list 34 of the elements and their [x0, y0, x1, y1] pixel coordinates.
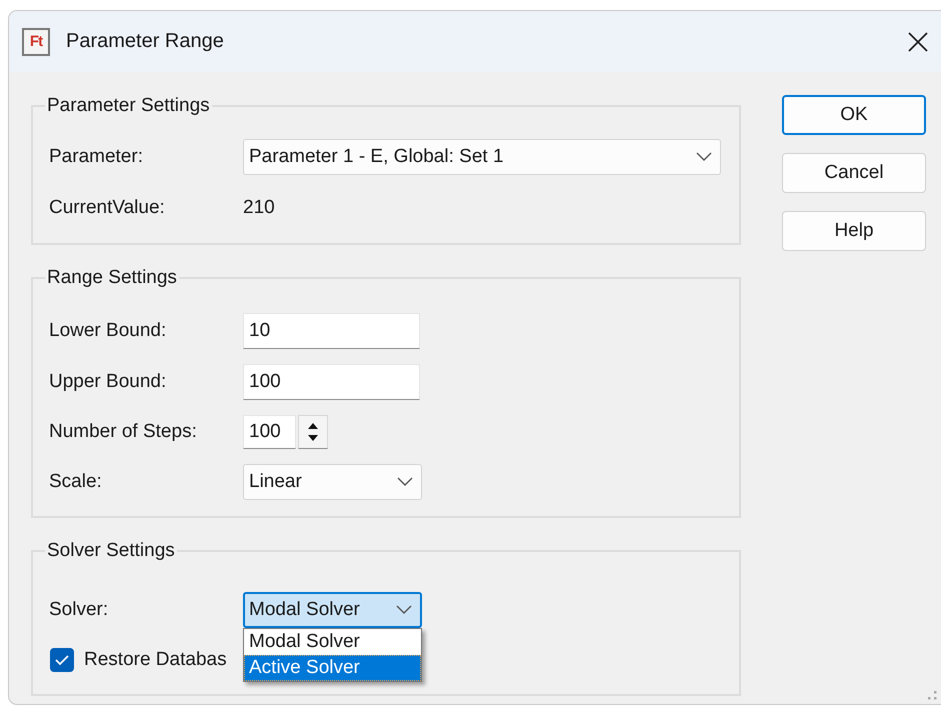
input-field[interactable]: 10: [243, 313, 420, 349]
field-label: Solver:: [49, 599, 110, 621]
checkmark-icon: [54, 654, 70, 666]
chevron-down-icon: [696, 152, 712, 162]
field-label: CurrentValue:: [49, 197, 166, 219]
dropdown-option[interactable]: Modal Solver: [244, 629, 421, 655]
close-icon[interactable]: [908, 32, 928, 52]
up-down-arrows-icon: [307, 421, 319, 443]
group-title: Range Settings: [46, 267, 178, 289]
chevron-down-icon: [396, 605, 412, 615]
window-title: Parameter Range: [66, 30, 224, 53]
group-title: Solver Settings: [46, 540, 176, 562]
field-label: Parameter:: [49, 146, 144, 168]
field-label: Scale:: [49, 471, 103, 493]
group-title: Parameter Settings: [46, 95, 211, 117]
field-label: Lower Bound:: [49, 320, 168, 342]
dropdown-option[interactable]: Active Solver: [244, 655, 421, 681]
input-field[interactable]: 100: [243, 415, 296, 449]
chevron-down-icon: [397, 477, 413, 487]
checkbox-label: Restore Databas: [84, 649, 227, 671]
app-icon: Ft: [22, 28, 50, 56]
input-field[interactable]: 100: [243, 364, 420, 400]
field-label: Number of Steps:: [49, 421, 198, 443]
spin-button[interactable]: [298, 415, 328, 449]
dialog-button[interactable]: Cancel: [782, 153, 926, 193]
dialog-button[interactable]: OK: [782, 95, 926, 135]
dropdown[interactable]: Linear: [243, 464, 422, 500]
value-text: 210: [243, 196, 275, 220]
dialog-button[interactable]: Help: [782, 211, 926, 251]
field-label: Upper Bound:: [49, 371, 168, 393]
checkbox[interactable]: [50, 648, 74, 672]
dropdown[interactable]: Modal Solver: [243, 592, 422, 628]
resize-grip-icon[interactable]: [927, 690, 937, 700]
dropdown[interactable]: Parameter 1 - E, Global: Set 1: [243, 139, 721, 175]
